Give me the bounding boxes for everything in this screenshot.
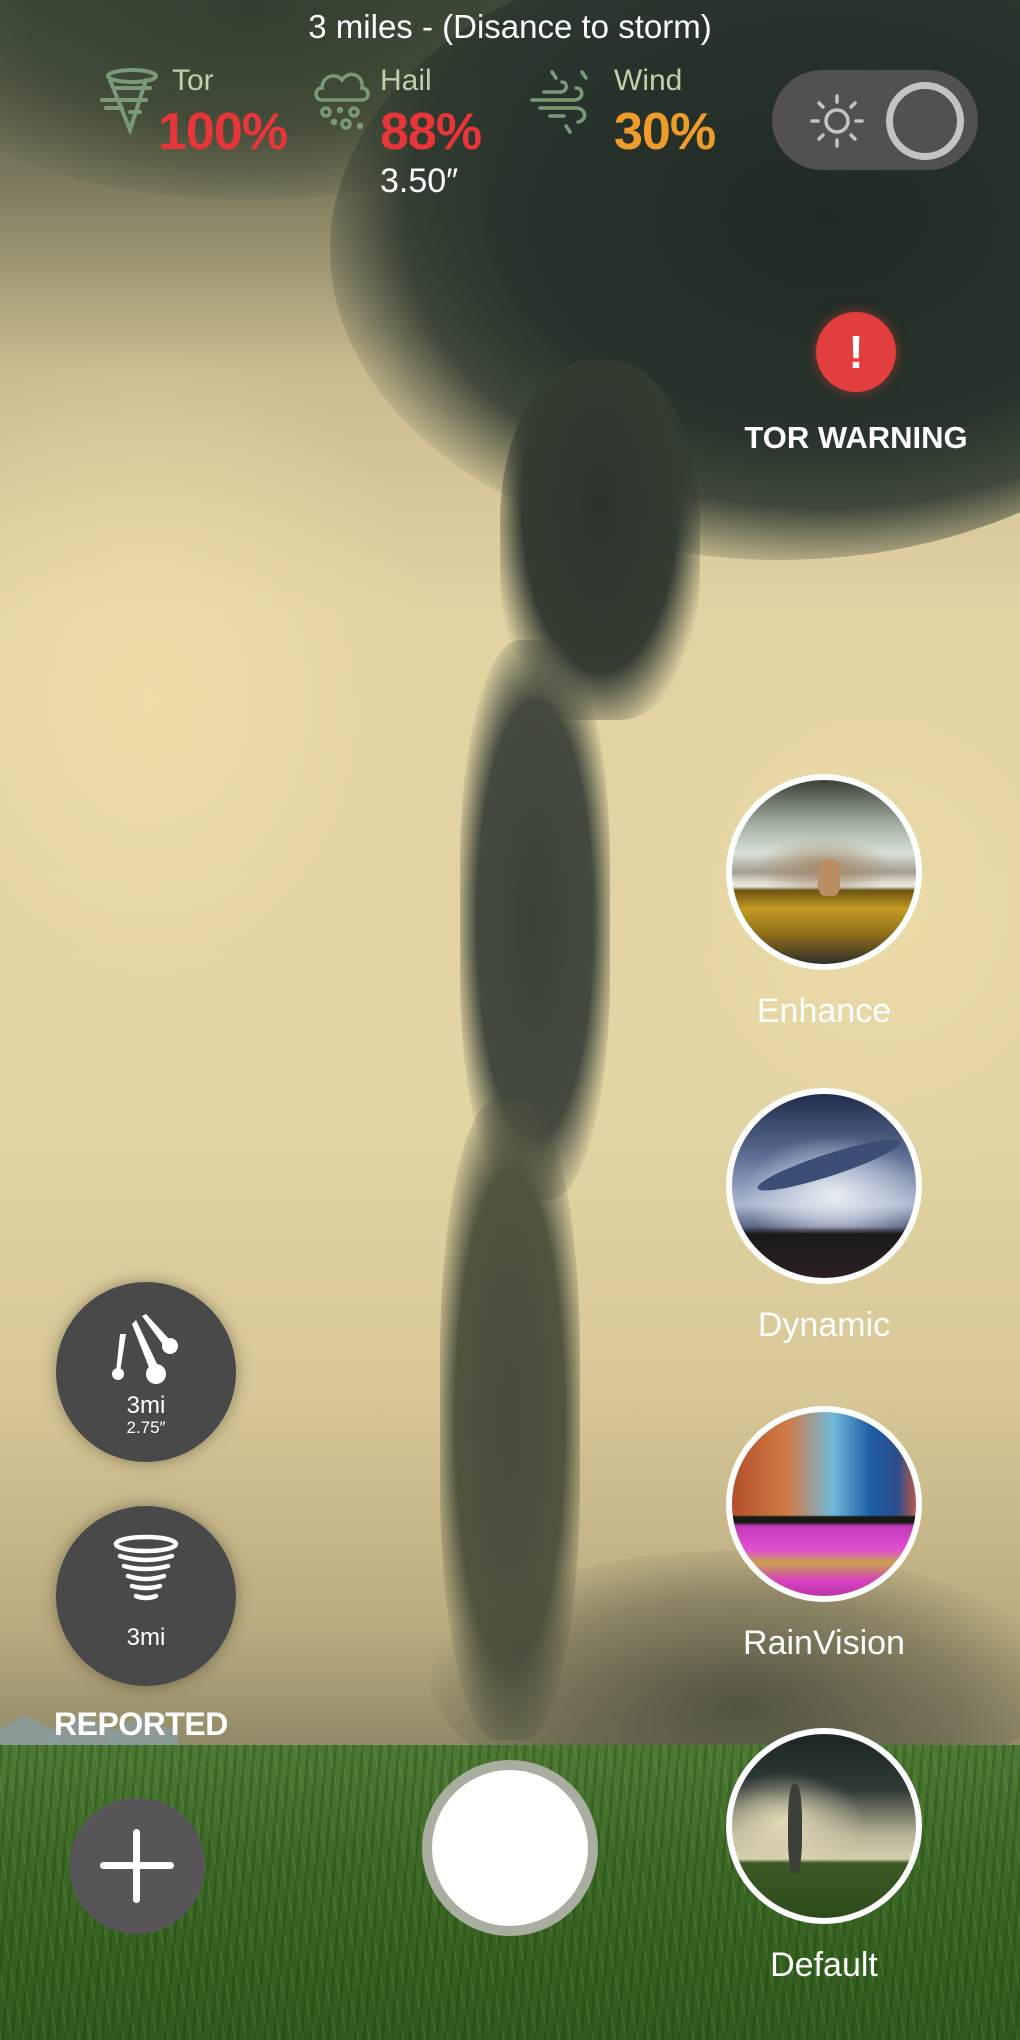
wind-icon	[530, 66, 600, 134]
reported-label: REPORTED	[54, 1706, 228, 1742]
hail-report-size: 2.75″	[126, 1418, 166, 1437]
hail-probability: 88%	[380, 103, 482, 161]
hail-stones-icon	[106, 1312, 186, 1392]
capture-button[interactable]	[422, 1760, 598, 1936]
storm-distance-text: 3 miles - (Disance to storm)	[308, 8, 712, 45]
wind-label: Wind	[614, 64, 683, 97]
hail-size: 3.50″	[380, 162, 459, 200]
tor-warning-label[interactable]: TOR WARNING	[716, 420, 996, 456]
rainvision-thumbnail	[726, 1406, 922, 1602]
brightness-toggle[interactable]	[772, 70, 978, 170]
default-thumbnail	[726, 1728, 922, 1924]
dynamic-thumbnail	[726, 1088, 922, 1284]
filter-rainvision[interactable]: RainVision	[726, 1406, 922, 1663]
tornado-report-distance: 3mi	[126, 1624, 166, 1651]
wind-probability: 30%	[614, 103, 716, 161]
toggle-knob[interactable]	[886, 82, 964, 160]
filter-dynamic-label: Dynamic	[757, 1306, 891, 1344]
tor-label: Tor	[172, 64, 214, 97]
tor-probability: 100%	[158, 103, 288, 161]
tornado-report-button[interactable]: 3mi	[56, 1506, 236, 1686]
filter-dynamic[interactable]: Dynamic	[726, 1088, 922, 1345]
filter-enhance-label: Enhance	[756, 992, 892, 1030]
hail-report-distance: 3mi	[126, 1392, 166, 1419]
hail-report-button[interactable]: 3mi 2.75″	[56, 1282, 236, 1462]
filter-rainvision-label: RainVision	[743, 1624, 905, 1662]
filter-enhance[interactable]: Enhance	[726, 774, 922, 1031]
filter-default[interactable]: Default	[726, 1728, 922, 1985]
tornado-icon	[100, 66, 160, 136]
enhance-thumbnail	[726, 774, 922, 970]
hail-cloud-icon	[312, 66, 372, 134]
exclamation-icon[interactable]: !	[816, 312, 896, 392]
filter-default-label: Default	[770, 1946, 878, 1984]
add-button[interactable]	[69, 1798, 205, 1934]
hail-label: Hail	[380, 64, 432, 97]
tornado-report-icon	[106, 1532, 186, 1612]
sun-icon	[810, 94, 864, 148]
